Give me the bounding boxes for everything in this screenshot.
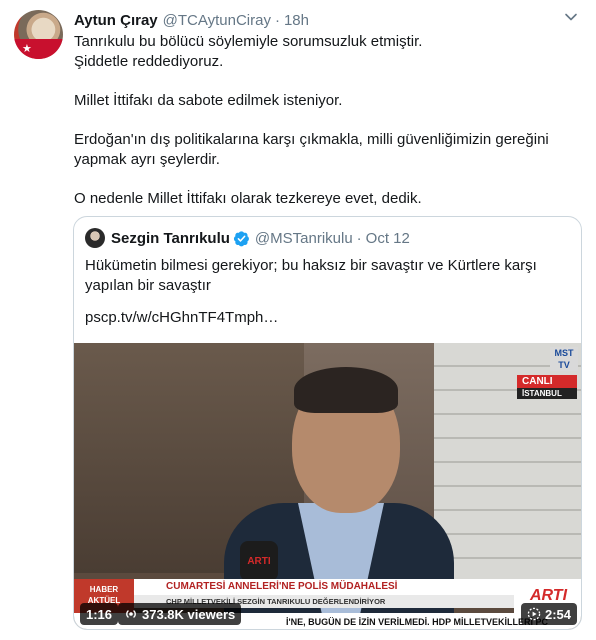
- tweet-paragraph: Millet İttifakı da sabote edilmek isteni…: [74, 91, 343, 109]
- elapsed-time: 1:16: [86, 606, 113, 622]
- separator-dot: ·: [356, 229, 362, 247]
- quoted-author-avatar: [85, 228, 105, 248]
- tweet-paragraph: Erdoğan'ın dış politikalarına karşı çıkm…: [74, 130, 553, 168]
- verified-badge-icon: [233, 230, 249, 246]
- duration-badge: 2:54: [520, 603, 577, 625]
- video-player[interactable]: ARTI MST TV CANLI İSTANBUL HABER AKTÜEL …: [74, 343, 581, 629]
- quoted-tweet-header: Sezgin Tanrıkulu @MSTanrikulu · Oct 12: [85, 227, 410, 249]
- viewers-count: 373.8K viewers: [142, 606, 236, 622]
- tweet-text: Tanrıkulu bu bölücü söylemiyle sorumsuzl…: [74, 32, 584, 208]
- quoted-tweet-link[interactable]: pscp.tv/w/cHGhnTF4Tmph…: [85, 309, 278, 326]
- tweet-paragraph: Tanrıkulu bu bölücü söylemiyle sorumsuzl…: [74, 33, 423, 70]
- quoted-tweet-text: Hükümetin bilmesi gerekiyor; bu haksız b…: [85, 257, 537, 294]
- chevron-down-icon[interactable]: [562, 8, 580, 26]
- quoted-tweet[interactable]: Sezgin Tanrıkulu @MSTanrikulu · Oct 12 H…: [73, 216, 582, 630]
- broadcast-icon: [126, 610, 136, 618]
- separator-dot: ·: [274, 11, 280, 29]
- tweet-paragraph: O nedenle Millet İttifakı olarak tezkere…: [74, 189, 422, 207]
- viewers-badge: 373.8K viewers: [118, 603, 242, 625]
- tweet-time[interactable]: 18h: [284, 12, 309, 29]
- location-label: İSTANBUL: [517, 388, 577, 399]
- quoted-author-handle: @MSTanrikulu: [254, 229, 353, 247]
- replay-icon: [527, 607, 541, 621]
- star-icon: ★: [22, 43, 32, 55]
- channel-logo: MST TV: [550, 347, 578, 371]
- author-avatar[interactable]: ★: [14, 10, 63, 59]
- elapsed-time-badge: 1:16: [80, 603, 119, 625]
- author-name[interactable]: Aytun Çıray: [74, 12, 158, 29]
- lower-third-title: CUMARTESİ ANNELERİ'NE POLİS MÜDAHALESİ: [134, 579, 524, 595]
- microphone-icon: ARTI: [240, 541, 278, 581]
- tweet-header: Aytun Çıray @TCAytunCiray · 18h: [74, 10, 309, 30]
- quoted-author-name: Sezgin Tanrıkulu: [111, 229, 230, 247]
- video-duration: 2:54: [544, 606, 571, 622]
- quoted-tweet-time: Oct 12: [365, 229, 410, 247]
- author-handle[interactable]: @TCAytunCiray: [163, 12, 271, 29]
- live-label: CANLI: [517, 375, 577, 388]
